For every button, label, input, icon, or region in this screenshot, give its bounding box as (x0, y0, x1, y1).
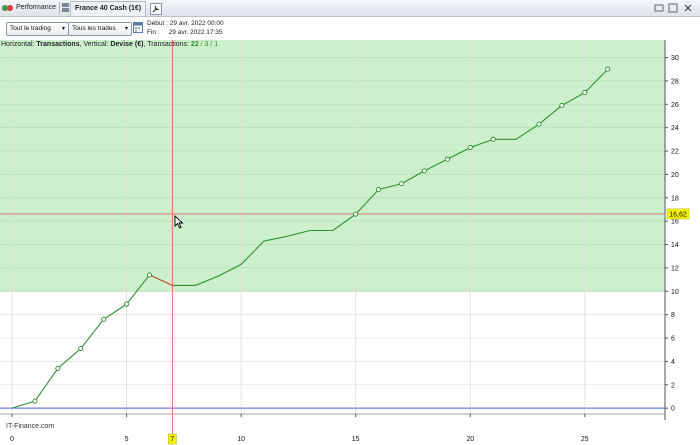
trades-dropdown[interactable]: Tous les trades ▾ (68, 22, 132, 36)
chevron-down-icon: ▾ (124, 26, 128, 32)
data-point (398, 181, 405, 187)
trading-dropdown[interactable]: Tout le trading ▾ (6, 22, 69, 36)
x-tick-label: 10 (237, 436, 245, 443)
y-tick-label: 6 (671, 336, 675, 343)
data-point (32, 398, 38, 404)
vertical-value: Devise (€) (110, 41, 144, 48)
data-point (101, 316, 107, 322)
chart-info: Horizontal: Transactions, Vertical: Devi… (1, 41, 219, 48)
instrument-icon (62, 3, 70, 13)
y-tick-label: 24 (671, 125, 679, 132)
y-tick-label: 2 (671, 382, 675, 389)
title-bar: Performance France 40 Cash (1€) (0, 0, 700, 17)
crosshair-y-label: 16,62 (669, 211, 687, 218)
y-tick-label: 26 (671, 102, 679, 109)
wrench-icon[interactable] (150, 3, 162, 15)
data-point (605, 66, 611, 72)
y-tick-label: 30 (671, 55, 679, 62)
y-tick-label: 10 (671, 289, 679, 296)
data-point (490, 136, 496, 142)
data-point (582, 90, 588, 96)
y-tick-label: 18 (671, 195, 679, 202)
toolbar: Tout le trading ▾ Tous les trades ▾ (0, 17, 700, 39)
start-label: Début : (147, 20, 168, 27)
data-point (55, 365, 61, 371)
maximize-icon[interactable] (668, 3, 678, 13)
data-point (376, 187, 382, 193)
performance-chart[interactable]: 0246810121416182022242628300 5 10 15 20 2516,… (0, 40, 700, 445)
transactions-total: 22 (190, 41, 199, 48)
data-point (559, 102, 565, 108)
watermark: IT-Finance.com (6, 423, 55, 430)
x-tick-label: 15 (352, 436, 360, 443)
tab-performance[interactable]: Performance (16, 2, 56, 14)
data-point (78, 345, 84, 352)
data-point (421, 168, 427, 174)
data-point (467, 144, 473, 151)
mouse-cursor-icon (174, 215, 184, 229)
y-tick-label: 8 (671, 312, 675, 319)
horizontal-value: Transactions (36, 41, 80, 48)
transactions-label: Transactions: (147, 41, 189, 48)
end-label: Fin : (147, 29, 160, 36)
y-tick-label: 16 (671, 219, 679, 226)
chevron-down-icon: ▾ (61, 26, 65, 32)
trades-dropdown-label: Tous les trades (72, 25, 116, 32)
y-tick-label: 22 (671, 149, 679, 156)
data-point (146, 272, 153, 278)
end-value: 29 avr. 2022 17:35 (168, 29, 223, 36)
performance-icon (2, 3, 14, 13)
x-tick-label: 20 (466, 436, 474, 443)
y-tick-label: 28 (671, 78, 679, 85)
data-point (353, 211, 359, 217)
date-range: Début : 29 avr. 2022 00:00 Fin : 29 avr.… (147, 19, 224, 37)
x-tick-label: 25 (581, 436, 589, 443)
series-segment (11, 400, 36, 409)
trading-dropdown-label: Tout le trading (10, 25, 51, 32)
transactions-rest: / 3 / 1 (200, 41, 219, 48)
grid-icon[interactable] (654, 3, 664, 13)
series-segment (57, 348, 82, 369)
y-tick-label: 0 (671, 406, 675, 413)
y-tick-label: 14 (671, 242, 679, 249)
data-point (124, 301, 130, 307)
x-tick-label: 5 (125, 436, 129, 443)
data-point (536, 121, 542, 127)
calendar-icon[interactable] (133, 21, 143, 33)
horizontal-label: Horizontal: (1, 41, 35, 48)
close-icon[interactable] (683, 3, 693, 13)
series-segment (103, 303, 127, 320)
crosshair-x-label: 7 (170, 436, 174, 443)
instrument-tab[interactable]: France 40 Cash (1€) (70, 1, 147, 16)
y-tick-label: 4 (671, 359, 675, 366)
vertical-label: Vertical: (83, 41, 109, 48)
data-point (444, 156, 450, 162)
profit-zone (0, 40, 665, 292)
series-segment (80, 318, 105, 349)
y-tick-label: 12 (671, 265, 679, 272)
y-tick-label: 20 (671, 172, 679, 179)
separator (59, 2, 60, 14)
start-value: 29 avr. 2022 00:00 (169, 20, 224, 27)
x-tick-label: 0 (10, 436, 14, 443)
